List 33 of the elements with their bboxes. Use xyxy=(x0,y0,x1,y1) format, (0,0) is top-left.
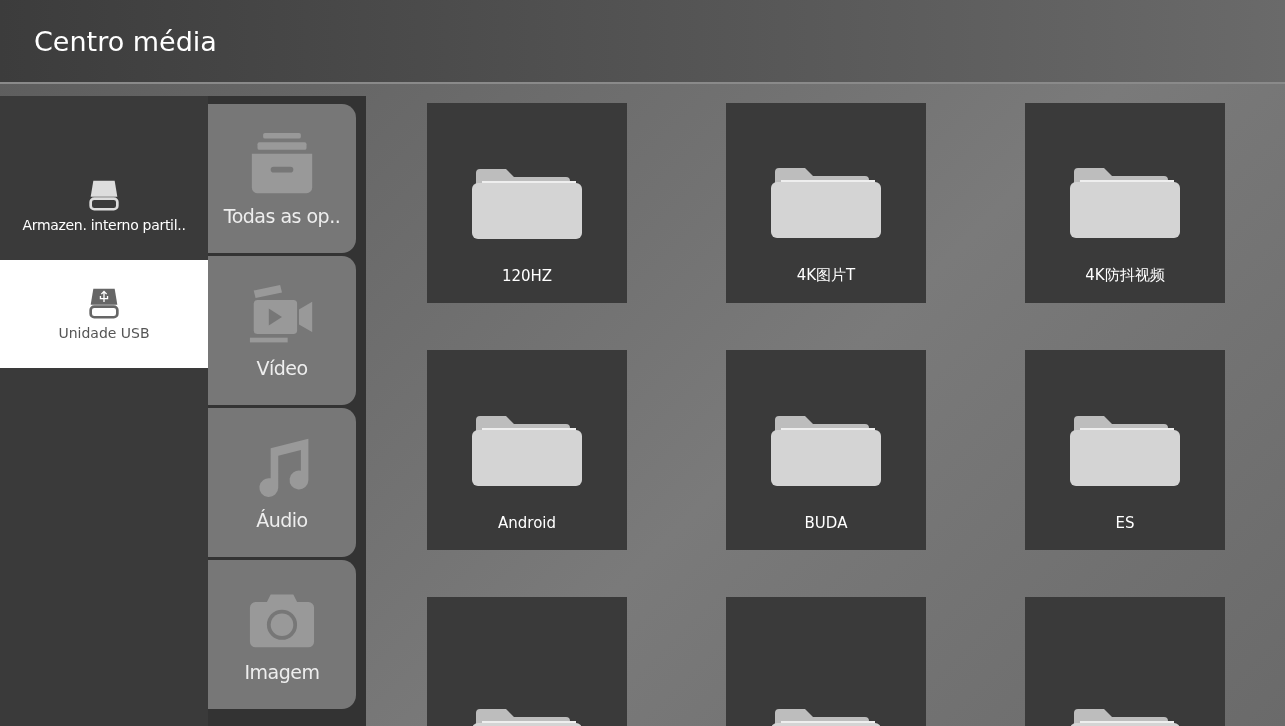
folder-icon xyxy=(472,416,582,486)
category-label: Áudio xyxy=(256,508,308,531)
usb-drive-icon xyxy=(86,287,122,319)
category-tile[interactable]: Áudio xyxy=(208,408,356,557)
storage-item[interactable]: Unidade USB xyxy=(0,260,208,368)
folder-icon xyxy=(472,169,582,239)
category-tile[interactable]: Imagem xyxy=(208,560,356,709)
folder-tile[interactable]: 4K防抖视频 xyxy=(1025,103,1225,303)
folder-tile[interactable]: 120HZ xyxy=(427,103,627,303)
folder-name: Android xyxy=(498,514,556,532)
folder-name: ES xyxy=(1115,514,1135,532)
category-label: Todas as op.. xyxy=(223,204,341,227)
category-label: Imagem xyxy=(244,660,320,683)
folder-tile[interactable]: BUDA xyxy=(726,350,926,550)
folder-name: 4K防抖视频 xyxy=(1085,266,1165,285)
folder-name: 4K图片T xyxy=(796,266,856,285)
folder-name: 120HZ xyxy=(501,267,553,285)
category-tile[interactable]: Todas as op.. xyxy=(208,104,356,253)
folder-name: BUDA xyxy=(804,514,848,532)
category-tile[interactable]: Vídeo xyxy=(208,256,356,405)
folder-tile[interactable]: 4K图片T xyxy=(726,103,926,303)
folder-icon xyxy=(1070,168,1180,238)
folder-icon xyxy=(771,416,881,486)
folder-icon xyxy=(1070,416,1180,486)
folder-icon xyxy=(771,168,881,238)
storage-label: Armazen. interno partil.. xyxy=(22,217,186,233)
storage-label: Unidade USB xyxy=(58,325,150,341)
drive-icon xyxy=(86,179,122,211)
folder-tile[interactable]: ES xyxy=(1025,350,1225,550)
storage-item[interactable]: Armazen. interno partil.. xyxy=(0,152,208,260)
window-title: Centro média xyxy=(34,25,217,57)
folder-tile[interactable]: Android xyxy=(427,350,627,550)
category-label: Vídeo xyxy=(256,356,308,379)
